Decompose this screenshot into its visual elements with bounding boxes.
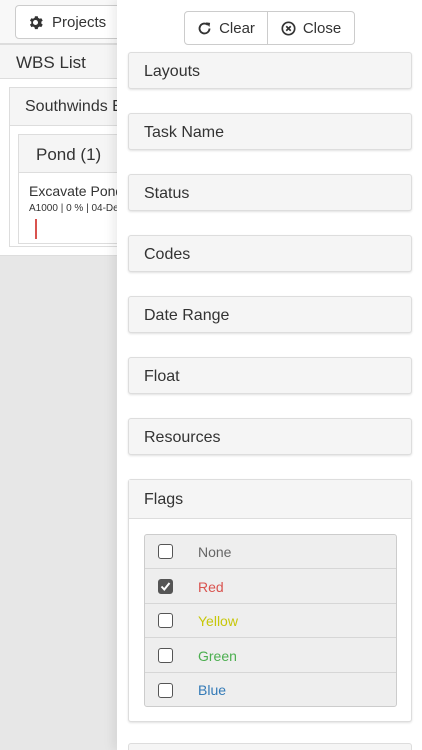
flag-option-none[interactable]: None: [145, 535, 396, 569]
section-flags[interactable]: Flags: [129, 480, 411, 519]
flag-label-none: None: [198, 543, 232, 560]
flag-checkbox-red[interactable]: [158, 579, 173, 594]
flag-option-blue[interactable]: Blue: [145, 673, 396, 706]
wbs-panel: WBS List Southwinds E Pond (1) Excavate …: [0, 44, 132, 256]
section-date-range[interactable]: Date Range: [128, 296, 412, 333]
flag-checkbox-blue[interactable]: [158, 682, 173, 698]
section-resources[interactable]: Resources: [128, 418, 412, 455]
close-button[interactable]: Close: [268, 12, 354, 44]
task-meta: A1000 | 0 % | 04-Dec: [29, 203, 124, 214]
wbs-group-panel: Pond (1) Excavate Pond A1000 | 0 % | 04-…: [18, 134, 132, 244]
project-panel: Southwinds E Pond (1) Excavate Pond A100…: [9, 87, 132, 247]
flag-label-yellow: Yellow: [198, 612, 238, 629]
checkmark-icon: [160, 582, 171, 592]
section-float[interactable]: Float: [128, 357, 412, 394]
filter-drawer: Clear Close Layouts Task Name Status Cod…: [117, 0, 422, 750]
flag-list: None Red Yellow Green Blue: [144, 534, 397, 707]
drawer-toolbar: Clear Close: [184, 11, 355, 45]
clear-label: Clear: [219, 19, 255, 37]
wbs-title: WBS List: [0, 45, 130, 79]
section-next-partial[interactable]: [128, 743, 412, 750]
flag-checkbox-green[interactable]: [158, 648, 173, 663]
flag-label-green: Green: [198, 647, 237, 664]
section-task-name[interactable]: Task Name: [128, 113, 412, 150]
flags-panel: Flags None Red Yellow Green Blue: [128, 479, 412, 722]
section-status[interactable]: Status: [128, 174, 412, 211]
flag-option-red[interactable]: Red: [145, 570, 396, 604]
flag-option-yellow[interactable]: Yellow: [145, 604, 396, 638]
refresh-icon: [198, 21, 211, 34]
flag-option-green[interactable]: Green: [145, 639, 396, 673]
clear-button[interactable]: Clear: [185, 12, 269, 44]
projects-label: Projects: [52, 13, 107, 31]
section-codes[interactable]: Codes: [128, 235, 412, 272]
task-red-flag-indicator: [35, 219, 37, 239]
flag-checkbox-yellow[interactable]: [158, 613, 173, 628]
project-name[interactable]: Southwinds E: [10, 88, 131, 126]
flag-label-red: Red: [198, 578, 224, 595]
projects-button[interactable]: Projects: [15, 5, 125, 39]
section-layouts[interactable]: Layouts: [128, 52, 412, 89]
close-label: Close: [302, 19, 342, 37]
flag-checkbox-none[interactable]: [158, 544, 173, 559]
task-name[interactable]: Excavate Pond: [29, 183, 123, 199]
close-circle-icon: [281, 20, 296, 36]
flag-label-blue: Blue: [198, 682, 227, 698]
gear-icon: [29, 15, 43, 29]
wbs-group-title[interactable]: Pond (1): [19, 135, 132, 173]
